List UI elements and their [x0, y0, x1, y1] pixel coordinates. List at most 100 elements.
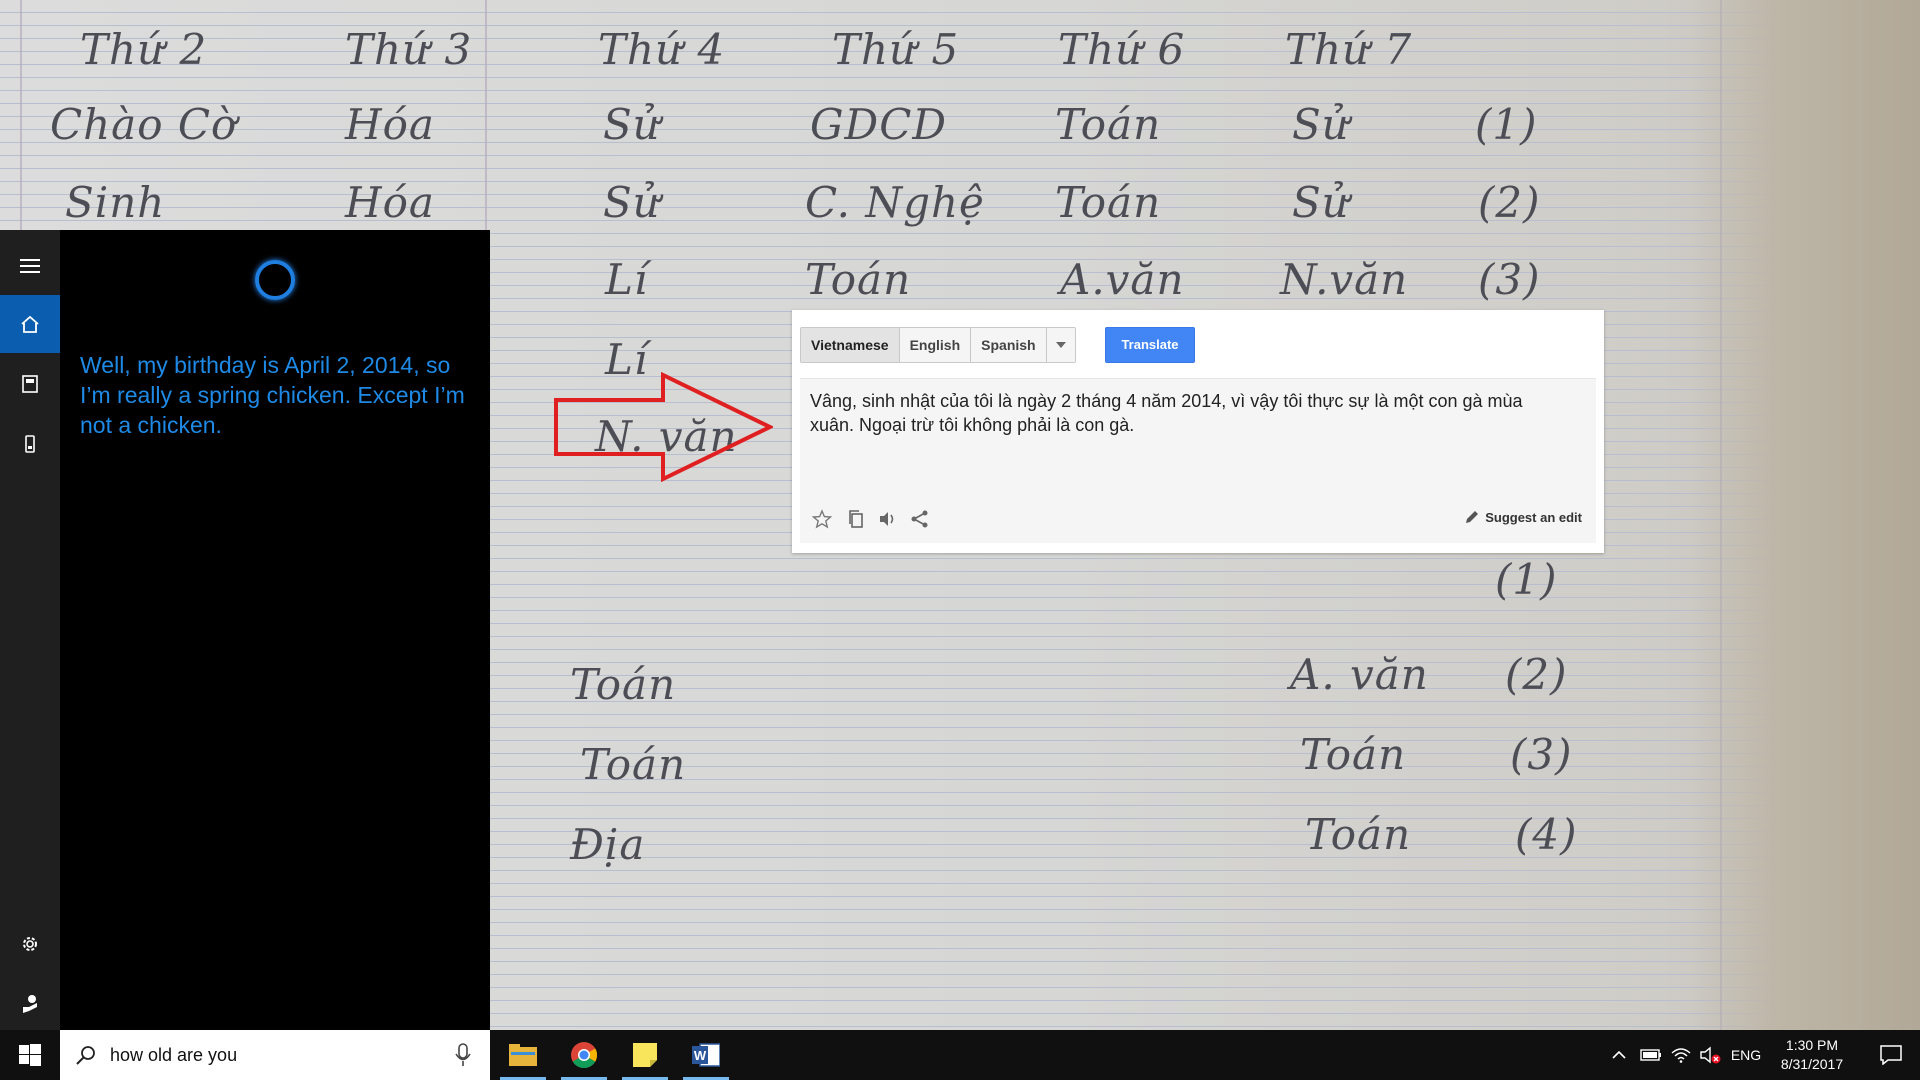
handwriting-text: C. Nghệ — [805, 178, 985, 227]
chevron-down-icon — [1055, 342, 1066, 348]
suggest-edit-button[interactable]: Suggest an edit — [1464, 509, 1582, 525]
translate-button[interactable]: Translate — [1105, 327, 1195, 363]
volume-button[interactable] — [1696, 1030, 1726, 1080]
share-icon — [911, 510, 928, 528]
copy-icon — [849, 510, 863, 528]
handwriting-text: Toán — [1055, 100, 1162, 149]
handwriting-text: Sinh — [65, 178, 166, 227]
handwriting-text: A.văn — [1060, 255, 1185, 304]
clock-time: 1:30 PM — [1785, 1037, 1839, 1053]
handwriting-text: Địa — [570, 820, 646, 869]
handwriting-text: Sử — [603, 100, 661, 149]
svg-text:W: W — [694, 1048, 707, 1063]
handwriting-text: Hóa — [345, 178, 435, 227]
taskbar-word[interactable]: W — [679, 1030, 733, 1080]
share-button[interactable] — [908, 507, 932, 531]
handwriting-text: Thứ 6 — [1058, 25, 1186, 74]
taskbar-sticky-notes[interactable] — [618, 1030, 672, 1080]
handwriting-text: Hóa — [345, 100, 435, 149]
start-button[interactable] — [0, 1030, 60, 1080]
handwriting-text: Sử — [603, 178, 661, 227]
handwriting-text: Sử — [1292, 178, 1350, 227]
search-input[interactable]: how old are you — [110, 1030, 237, 1080]
star-icon — [812, 509, 832, 529]
notebook-button[interactable] — [0, 355, 60, 413]
red-arrow-icon — [554, 372, 773, 482]
handwriting-text: Thứ 7 — [1285, 25, 1413, 74]
handwriting-text: Toán — [1300, 730, 1407, 779]
taskbar: how old are you W ENG 1:30 PM 8/31/2017 — [0, 1030, 1920, 1080]
clock-date: 8/31/2017 — [1780, 1056, 1844, 1072]
tab-english[interactable]: English — [899, 328, 972, 362]
speaker-icon — [880, 512, 894, 526]
notification-icon — [1880, 1045, 1902, 1065]
feedback-button[interactable] — [0, 975, 60, 1033]
paper-edge — [1690, 0, 1920, 1030]
show-hidden-icons-button[interactable] — [1604, 1030, 1634, 1080]
devices-icon — [25, 435, 35, 453]
search-icon — [76, 1046, 95, 1065]
settings-icon — [23, 937, 37, 951]
listen-button[interactable] — [876, 507, 900, 531]
volume-muted-icon — [1700, 1046, 1721, 1064]
sticky-notes-icon — [633, 1043, 657, 1067]
language-selector: Vietnamese English Spanish — [800, 327, 1076, 363]
home-icon — [21, 315, 39, 333]
handwriting-text: Toán — [1305, 810, 1412, 859]
taskbar-file-explorer[interactable] — [496, 1030, 550, 1080]
translate-card: Vietnamese English Spanish Translate Vân… — [792, 310, 1604, 553]
settings-button[interactable] — [0, 915, 60, 973]
language-dropdown-button[interactable] — [1046, 328, 1075, 362]
handwriting-text: Toán — [805, 255, 912, 304]
network-button[interactable] — [1666, 1030, 1696, 1080]
translation-text: Vâng, sinh nhật của tôi là ngày 2 tháng … — [810, 391, 1523, 435]
hamburger-icon — [20, 259, 40, 273]
handwriting-text: Thứ 2 — [80, 25, 208, 74]
file-explorer-icon — [509, 1044, 537, 1066]
handwriting-text: Toán — [570, 660, 677, 709]
star-button[interactable] — [810, 507, 834, 531]
tab-vietnamese[interactable]: Vietnamese — [801, 328, 900, 362]
handwriting-text: Sử — [1292, 100, 1350, 149]
clock[interactable]: 1:30 PM 8/31/2017 — [1762, 1036, 1862, 1074]
home-button[interactable] — [0, 295, 60, 353]
cortana-response-text: Well, my birthday is April 2, 2014, so I… — [80, 352, 465, 438]
microphone-icon[interactable] — [455, 1043, 471, 1067]
handwriting-text: N.văn — [1280, 255, 1409, 304]
windows-logo-icon — [19, 1044, 41, 1066]
battery-icon — [1640, 1049, 1661, 1061]
taskbar-search[interactable]: how old are you — [60, 1030, 490, 1080]
handwriting-text: Toán — [1055, 178, 1162, 227]
suggest-edit-label: Suggest an edit — [1485, 509, 1582, 525]
copy-button[interactable] — [844, 507, 868, 531]
feedback-icon — [23, 995, 37, 1013]
cortana-panel: Well, my birthday is April 2, 2014, so I… — [60, 230, 490, 1030]
tab-spanish[interactable]: Spanish — [971, 328, 1047, 362]
taskbar-chrome[interactable] — [557, 1030, 611, 1080]
menu-button[interactable] — [0, 237, 60, 295]
handwriting-text: (1) — [1475, 100, 1538, 149]
handwriting-text: A. văn — [1290, 650, 1429, 699]
handwriting-text: (2) — [1478, 178, 1541, 227]
handwriting-text: (3) — [1510, 730, 1573, 779]
handwriting-text: (2) — [1505, 650, 1568, 699]
handwriting-text: Thứ 5 — [832, 25, 960, 74]
cortana-nav-rail — [0, 230, 60, 1030]
handwriting-text: (1) — [1495, 555, 1558, 604]
pencil-icon — [1466, 511, 1479, 523]
devices-button[interactable] — [0, 415, 60, 473]
handwriting-text: Lí — [605, 255, 649, 304]
handwriting-text: GDCD — [810, 100, 948, 149]
cortana-ring-icon — [255, 260, 295, 300]
input-language-button[interactable]: ENG — [1726, 1030, 1766, 1080]
word-icon: W — [692, 1043, 720, 1067]
translation-result: Vâng, sinh nhật của tôi là ngày 2 tháng … — [800, 378, 1596, 543]
chevron-up-icon — [1612, 1051, 1626, 1059]
battery-button[interactable] — [1636, 1030, 1666, 1080]
handwriting-text: Toán — [580, 740, 687, 789]
chrome-icon — [571, 1042, 598, 1069]
action-center-button[interactable] — [1862, 1030, 1920, 1080]
handwriting-text: Chào Cờ — [50, 100, 238, 149]
handwriting-text: (3) — [1478, 255, 1541, 304]
notebook-icon — [22, 375, 38, 393]
